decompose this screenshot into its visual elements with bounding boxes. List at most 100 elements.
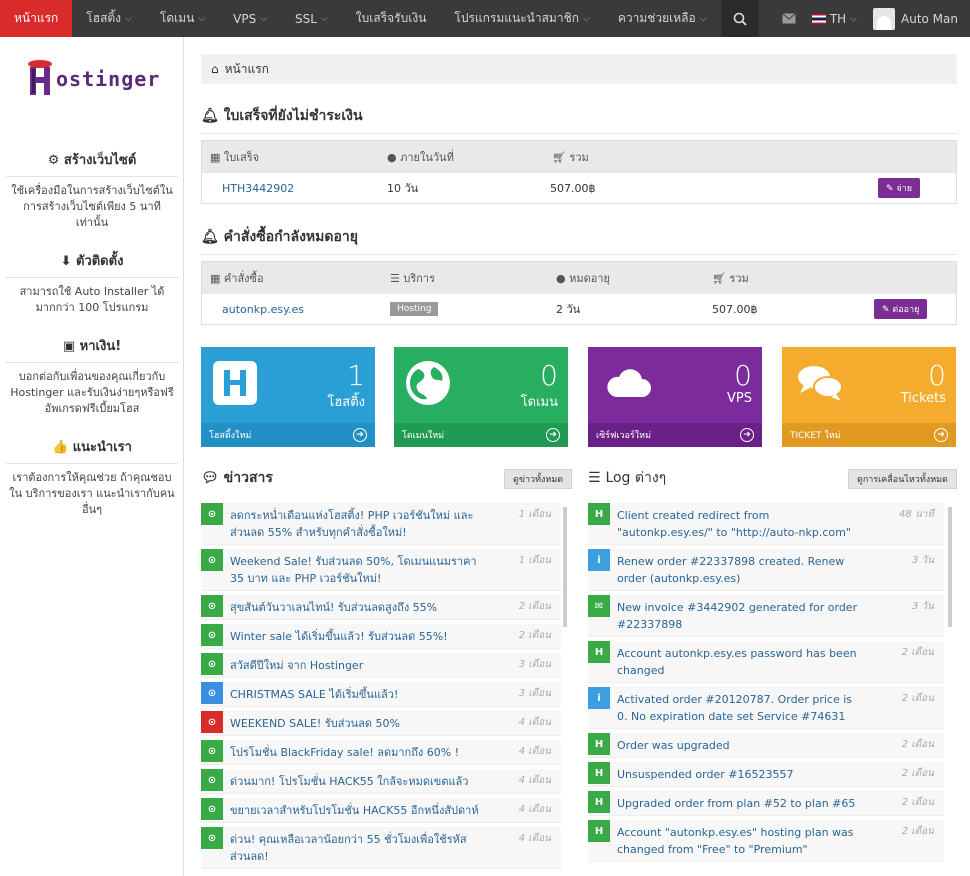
list-item[interactable]: ⊙ สวัสดีปีใหม่ จาก Hostinger 3 เดือน: [201, 653, 561, 678]
news-scrollbar[interactable]: [563, 507, 567, 627]
list-item-text[interactable]: ลดกระหน่ำเดือนแห่งโฮสติ้ง! PHP เวอร์ชันใ…: [230, 507, 480, 541]
nav-label: โฮสติ้ง: [86, 11, 122, 25]
tile-footer[interactable]: โดเมนใหม่ ➜: [394, 423, 568, 447]
list-item-time: 3 วัน: [912, 555, 934, 566]
nav-help[interactable]: ความช่วยเหลือ ⌵: [604, 0, 721, 37]
list-item-text[interactable]: CHRISTMAS SALE ได้เริ่มขึ้นแล้ว!: [230, 686, 480, 703]
header-total: 🛒︎ รวม: [712, 269, 749, 287]
tile-count: 0: [928, 359, 946, 392]
tile-vps[interactable]: 0 VPS เซิร์ฟเวอร์ใหม่ ➜: [588, 347, 762, 447]
order-domain-link[interactable]: autonkp.esy.es: [222, 303, 304, 316]
tile-hosting[interactable]: 1 โฮสติ้ง โฮสติ้งใหม่ ➜: [201, 347, 375, 447]
hostinger-logo[interactable]: ostinger: [22, 55, 162, 99]
nav-label: โปรแกรมแนะนำสมาชิก: [454, 11, 579, 25]
list-item-time: 3 เดือน: [518, 688, 551, 699]
list-item[interactable]: H Order was upgraded 2 เดือน: [588, 733, 944, 758]
list-item-text[interactable]: ขยายเวลาสำหรับโปรโมชั่น HACK55 อีกหนึ่งส…: [230, 802, 480, 819]
nav-invoices[interactable]: ใบเสร็จรับเงิน: [342, 0, 441, 37]
list-item-text[interactable]: Upgraded order from plan #52 to plan #65: [617, 795, 863, 812]
pay-button[interactable]: ✎ จ่าย: [878, 178, 921, 198]
list-item[interactable]: ⊙ ด่วน! คุณเหลือเวลาน้อยกว่า 55 ชั่วโมงเพ…: [201, 827, 561, 869]
list-item-text[interactable]: Client created redirect from "autonkp.es…: [617, 507, 863, 541]
nav-referral[interactable]: โปรแกรมแนะนำสมาชิก ⌵: [440, 0, 603, 37]
log-type-icon: ✉: [588, 595, 610, 617]
language-selector[interactable]: TH ⌵: [804, 0, 865, 37]
view-all-log-button[interactable]: ดูการเคลื่อนไหวทั้งหมด: [848, 469, 957, 489]
edit-icon: ✎: [882, 305, 890, 315]
section-recommend: 👍 แนะนำเรา เราต้องการให้คุณช่วย ถ้าคุณชอ…: [0, 436, 184, 518]
tile-tickets[interactable]: 0 Tickets TICKET ใหม่ ➜: [782, 347, 956, 447]
nav-label: หน้าแรก: [14, 11, 59, 25]
list-item[interactable]: H Account autonkp.esy.es password has bee…: [588, 641, 944, 683]
list-item-text[interactable]: สุขสันต์วันวาเลนไทน์! รับส่วนลดสูงถึง 55…: [230, 599, 480, 616]
list-item-text[interactable]: New invoice #3442902 generated for order…: [617, 599, 863, 633]
invoice-due: 10 วัน: [387, 182, 419, 195]
list-item[interactable]: ⊙ Weekend Sale! รับส่วนลด 50%, โดเมนแนมรา…: [201, 549, 561, 591]
section-heading: ▣ หาเงิน!: [6, 335, 178, 363]
list-item[interactable]: ⊙ โปรโมชั่น BlackFriday sale! ลดมากถึง 60…: [201, 740, 561, 765]
nav-hosting[interactable]: โฮสติ้ง ⌵: [72, 0, 146, 37]
clock-icon: ⊙: [201, 653, 223, 675]
chevron-down-icon: ⌵: [198, 13, 206, 24]
list-item-text[interactable]: Renew order #22337898 created. Renew ord…: [617, 553, 863, 587]
list-item[interactable]: ⊙ สุขสันต์วันวาเลนไทน์! รับส่วนลดสูงถึง 5…: [201, 595, 561, 620]
nav-ssl[interactable]: SSL ⌵: [281, 0, 342, 37]
user-menu[interactable]: Auto Man: [865, 0, 970, 37]
messages-button[interactable]: [774, 0, 804, 37]
log-scrollbar[interactable]: [948, 507, 952, 627]
tile-footer[interactable]: TICKET ใหม่ ➜: [782, 423, 956, 447]
nav-home[interactable]: หน้าแรก: [0, 0, 73, 43]
list-item[interactable]: ⊙ ลดกระหน่ำเดือนแห่งโฮสติ้ง! PHP เวอร์ชัน…: [201, 503, 561, 545]
nav-domain[interactable]: โดเมน ⌵: [146, 0, 219, 37]
header-order: ▦ คำสั่งซื้อ: [210, 269, 264, 287]
list-item-text[interactable]: ด่วน! คุณเหลือเวลาน้อยกว่า 55 ชั่วโมงเพื…: [230, 831, 480, 865]
list-item[interactable]: H Unsuspended order #16523557 2 เดือน: [588, 762, 944, 787]
log-type-icon: H: [588, 503, 610, 525]
list-item[interactable]: H Client created redirect from "autonkp.e…: [588, 503, 944, 545]
user-icon: ●: [556, 272, 566, 285]
list-item[interactable]: H Upgraded order from plan #52 to plan #6…: [588, 791, 944, 816]
list-item[interactable]: ⊙ WEEKEND SALE! รับส่วนลด 50% 4 เดือน: [201, 711, 561, 736]
search-button[interactable]: [720, 0, 759, 37]
tile-footer[interactable]: เซิร์ฟเวอร์ใหม่ ➜: [588, 423, 762, 447]
view-all-news-button[interactable]: ดูข่าวทั้งหมด: [504, 469, 573, 489]
list-item-text[interactable]: Activated order #20120787. Order price i…: [617, 691, 863, 725]
list-item[interactable]: H Account "autonkp.esy.es" hosting plan w…: [588, 820, 944, 862]
list-item[interactable]: ⊙ ขยายเวลาสำหรับโปรโมชั่น HACK55 อีกหนึ่ง…: [201, 798, 561, 823]
list-item-text[interactable]: Order was upgraded: [617, 737, 863, 754]
list-item-text[interactable]: ด่วนมาก! โปรโมชั่น HACK55 ใกล้จะหมดเขตแล…: [230, 773, 480, 790]
tile-count: 1: [347, 359, 365, 392]
list-item[interactable]: ✉ New invoice #3442902 generated for orde…: [588, 595, 944, 637]
list-item-text[interactable]: Account "autonkp.esy.es" hosting plan wa…: [617, 824, 863, 858]
tile-footer[interactable]: โฮสติ้งใหม่ ➜: [201, 423, 375, 447]
home-icon[interactable]: ⌂: [211, 62, 219, 76]
nav-label: SSL: [295, 11, 317, 26]
section-title: สร้างเว็บไซต์: [63, 153, 137, 168]
list-item-text[interactable]: Winter sale ได้เริ่มขึ้นแล้ว! รับส่วนลด …: [230, 628, 480, 645]
tile-domain[interactable]: 0 โดเมน โดเมนใหม่ ➜: [394, 347, 568, 447]
breadcrumb-current: หน้าแรก: [224, 61, 269, 76]
download-icon: ⬇: [60, 254, 72, 269]
list-icon: ☰: [588, 470, 601, 486]
list-item[interactable]: ⊙ ด่วนมาก! โปรโมชั่น HACK55 ใกล้จะหมดเขตแ…: [201, 769, 561, 794]
section-text: สามารถใช้ Auto Installer ได้ มากกว่า 100…: [19, 285, 165, 314]
list-item-text[interactable]: Weekend Sale! รับส่วนลด 50%, โดเมนแนมราค…: [230, 553, 480, 587]
header-label: รวม: [729, 272, 749, 285]
list-item[interactable]: i Activated order #20120787. Order price …: [588, 687, 944, 729]
nav-vps[interactable]: VPS ⌵: [219, 0, 281, 37]
list-item[interactable]: i Renew order #22337898 created. Renew or…: [588, 549, 944, 591]
section-title: ตัวติดตั้ง: [76, 254, 124, 269]
list-item-time: 4 เดือน: [518, 804, 551, 815]
renew-button[interactable]: ✎ ต่ออายุ: [874, 299, 928, 319]
breadcrumb: ⌂ หน้าแรก: [201, 54, 957, 84]
list-item-text[interactable]: Account autonkp.esy.es password has been…: [617, 645, 863, 679]
list-item-text[interactable]: สวัสดีปีใหม่ จาก Hostinger: [230, 657, 480, 674]
list-item-text[interactable]: WEEKEND SALE! รับส่วนลด 50%: [230, 715, 480, 732]
invoice-link[interactable]: HTH3442902: [222, 182, 294, 195]
unpaid-invoices-title: 🔔︎ ใบเสร็จที่ยังไม่ชำระเงิน: [201, 105, 957, 134]
list-item[interactable]: ⊙ Winter sale ได้เริ่มขึ้นแล้ว! รับส่วนลด…: [201, 624, 561, 649]
list-item-text[interactable]: Unsuspended order #16523557: [617, 766, 863, 783]
list-item-text[interactable]: โปรโมชั่น BlackFriday sale! ลดมากถึง 60%…: [230, 744, 480, 761]
list-item[interactable]: ⊙ CHRISTMAS SALE ได้เริ่มขึ้นแล้ว! 3 เดือน: [201, 682, 561, 707]
thai-flag-icon: [811, 13, 826, 24]
